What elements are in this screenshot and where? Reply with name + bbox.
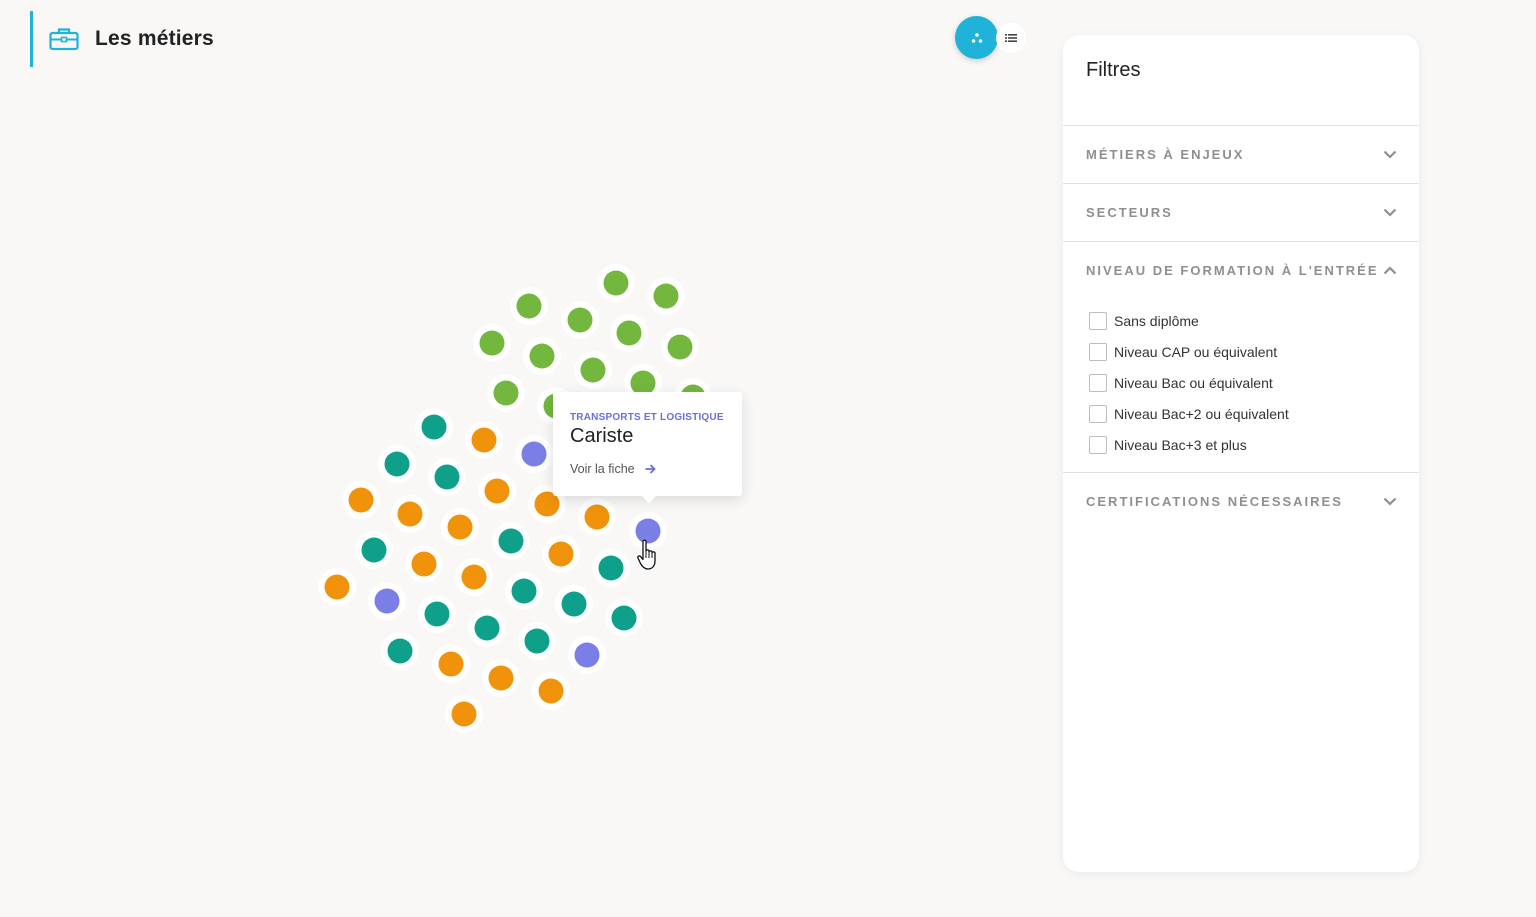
chevron-up-icon [1383,266,1397,275]
job-bubble-teal[interactable] [511,578,537,604]
job-bubble-teal[interactable] [421,414,447,440]
arrow-right-icon [645,464,656,474]
filter-option-niveau-bac[interactable]: Niveau Bac ou équivalent [1089,367,1419,398]
filter-option-label: Niveau Bac+2 ou équivalent [1114,405,1289,422]
filter-option-niveau-bac2[interactable]: Niveau Bac+2 ou équivalent [1089,398,1419,429]
job-bubble-orange[interactable] [538,678,564,704]
filter-section-niveau-formation: NIVEAU DE FORMATION À L'ENTRÉE Sans dipl… [1063,241,1419,472]
job-bubble-teal[interactable] [611,605,637,631]
job-bubble-green[interactable] [567,307,593,333]
filter-option-niveau-cap[interactable]: Niveau CAP ou équivalent [1089,336,1419,367]
checkbox[interactable] [1089,404,1107,423]
filter-section-secteurs-toggle[interactable]: SECTEURS [1063,184,1419,241]
view-job-link-label: Voir la fiche [570,462,635,476]
job-bubble-teal[interactable] [561,591,587,617]
job-bubble-green[interactable] [493,380,519,406]
job-bubble-green[interactable] [580,357,606,383]
job-bubble-orange[interactable] [438,651,464,677]
job-bubble-green[interactable] [516,293,542,319]
filter-section-certifications-toggle[interactable]: CERTIFICATIONS NÉCESSAIRES [1063,473,1419,530]
job-bubble-purple[interactable] [574,642,600,668]
job-bubble-orange[interactable] [324,574,350,600]
hand-cursor-icon [637,539,656,570]
chevron-down-icon [1383,208,1397,217]
filter-section-secteurs: SECTEURS [1063,183,1419,241]
filter-option-label: Sans diplôme [1114,312,1199,329]
job-bubble-orange[interactable] [348,487,374,513]
job-bubble-orange[interactable] [471,427,497,453]
job-bubble-orange[interactable] [397,501,423,527]
filter-section-label: SECTEURS [1086,205,1173,220]
job-bubble-orange[interactable] [411,551,437,577]
job-bubble-orange[interactable] [548,541,574,567]
tooltip-category: TRANSPORTS ET LOGISTIQUE [570,412,724,423]
filter-option-label: Niveau CAP ou équivalent [1114,343,1278,360]
job-bubble-teal[interactable] [387,638,413,664]
job-bubble-teal[interactable] [384,451,410,477]
job-bubble-purple[interactable] [521,441,547,467]
checkbox[interactable] [1089,311,1107,330]
filter-section-metiers-enjeux-toggle[interactable]: MÉTIERS À ENJEUX [1063,126,1419,183]
filter-option-niveau-bac3[interactable]: Niveau Bac+3 et plus [1089,429,1419,460]
job-bubble-orange[interactable] [451,701,477,727]
job-bubble-teal[interactable] [424,601,450,627]
filter-section-niveau-formation-toggle[interactable]: NIVEAU DE FORMATION À L'ENTRÉE [1063,242,1419,299]
chevron-down-icon [1383,497,1397,506]
job-bubble-orange[interactable] [584,504,610,530]
filter-section-metiers-enjeux: MÉTIERS À ENJEUX [1063,125,1419,183]
filter-option-label: Niveau Bac ou équivalent [1114,374,1273,391]
filter-section-certifications: CERTIFICATIONS NÉCESSAIRES [1063,472,1419,530]
checkbox[interactable] [1089,342,1107,361]
job-bubble-green[interactable] [479,330,505,356]
chevron-down-icon [1383,150,1397,159]
job-bubble-orange[interactable] [461,564,487,590]
view-job-link[interactable]: Voir la fiche [570,462,725,476]
job-bubble-teal[interactable] [498,528,524,554]
filter-options-niveau: Sans diplôme Niveau CAP ou équivalent Ni… [1063,299,1419,472]
tooltip-job-title: Cariste [570,425,634,447]
filters-panel: Filtres MÉTIERS À ENJEUX SECTEURS NIVEAU… [1063,35,1419,872]
job-bubble-orange[interactable] [447,514,473,540]
job-tooltip: TRANSPORTS ET LOGISTIQUE Cariste Voir la… [553,392,742,503]
filter-option-label: Niveau Bac+3 et plus [1114,436,1247,453]
job-bubble-orange[interactable] [488,665,514,691]
filter-option-sans-diplome[interactable]: Sans diplôme [1089,305,1419,336]
filter-section-label: MÉTIERS À ENJEUX [1086,147,1245,162]
job-bubble-teal[interactable] [598,555,624,581]
jobs-bubble-graph [318,264,712,733]
job-bubble-teal[interactable] [524,628,550,654]
job-bubble-green[interactable] [529,343,555,369]
job-bubble-purple[interactable] [374,588,400,614]
job-bubble-teal[interactable] [434,464,460,490]
job-bubble-teal[interactable] [361,537,387,563]
job-bubble-green[interactable] [616,320,642,346]
job-bubble-teal[interactable] [474,615,500,641]
job-bubble-orange[interactable] [484,478,510,504]
checkbox[interactable] [1089,435,1107,454]
filter-section-label: CERTIFICATIONS NÉCESSAIRES [1086,494,1343,509]
checkbox[interactable] [1089,373,1107,392]
job-bubble-green[interactable] [667,334,693,360]
filters-title: Filtres [1086,59,1141,81]
filter-section-label: NIVEAU DE FORMATION À L'ENTRÉE [1086,263,1379,278]
job-bubble-green[interactable] [603,270,629,296]
job-bubble-green[interactable] [653,283,679,309]
